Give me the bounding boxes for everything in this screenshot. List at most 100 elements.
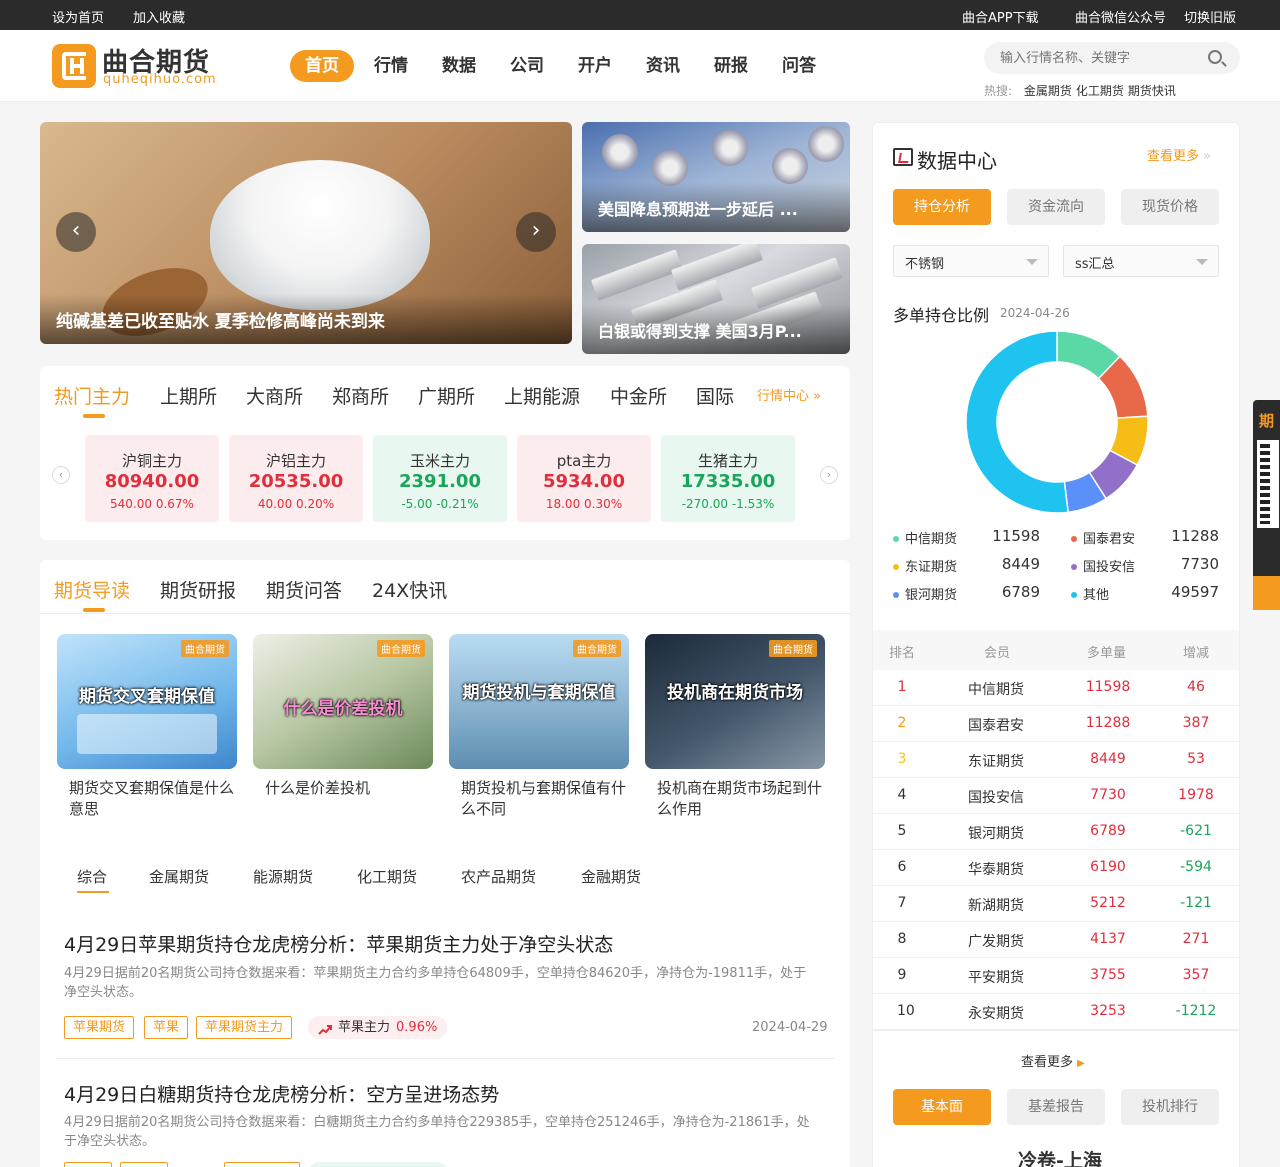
fund-flow-button[interactable]: 资金流向: [1007, 189, 1105, 225]
hot-search-item[interactable]: 金属期货: [1024, 84, 1072, 98]
laptop-image: [77, 714, 217, 754]
subtab-finance[interactable]: 金融期货: [581, 866, 641, 887]
nav-market[interactable]: 行情: [374, 50, 408, 82]
view-more-link[interactable]: 查看更多 ▶: [1021, 1051, 1085, 1070]
banner-caption: 纯碱基差已收至贴水 夏季检修高峰尚未到来: [40, 294, 572, 344]
speculation-rank-button[interactable]: 投机排行: [1121, 1089, 1219, 1125]
article-tag[interactable]: [224, 1162, 300, 1167]
tab-gfex[interactable]: 广期所: [418, 382, 475, 409]
donut-slice[interactable]: [965, 330, 1070, 514]
rank-member: 广发期货: [968, 934, 1024, 950]
quote-card[interactable]: 沪铜主力 80940.00 540.00 0.67%: [85, 435, 219, 522]
search-icon[interactable]: [1208, 50, 1222, 64]
wechat-link[interactable]: 曲合微信公众号: [1075, 7, 1166, 26]
banner-side-2[interactable]: 白银或得到支撑 美国3月P...: [582, 244, 850, 354]
tab-ine[interactable]: 上期能源: [504, 382, 580, 409]
guide-thumb[interactable]: 曲合期货 期货交叉套期保值: [57, 634, 237, 769]
rank-row[interactable]: 6 华泰期货 6190 -594: [873, 850, 1239, 886]
guide-card-title[interactable]: 期货投机与套期保值有什么不同: [461, 778, 631, 820]
nav-news[interactable]: 资讯: [646, 50, 680, 82]
hot-quote-tag[interactable]: 苹果主力 0.96%: [308, 1016, 448, 1039]
tab-international[interactable]: 国际: [696, 382, 734, 409]
subtab-chemical[interactable]: 化工期货: [357, 866, 417, 887]
quote-card[interactable]: 玉米主力 2391.00 -5.00 -0.21%: [373, 435, 507, 522]
quote-card[interactable]: pta主力 5934.00 18.00 0.30%: [517, 435, 651, 522]
tab-hot-main[interactable]: 热门主力: [54, 382, 130, 409]
set-homepage-link[interactable]: 设为首页: [52, 7, 104, 26]
rank-row[interactable]: 8 广发期货 4137 271: [873, 922, 1239, 958]
search-input[interactable]: [1000, 48, 1200, 68]
thumb-text: 期货投机与套期保值: [462, 683, 616, 703]
rank-row[interactable]: 4 国投安信 7730 1978: [873, 778, 1239, 814]
hot-quote-tag[interactable]: [308, 1162, 448, 1167]
subtab-energy[interactable]: 能源期货: [253, 866, 313, 887]
tab-24x-news[interactable]: 24X快讯: [372, 576, 447, 603]
guide-card-title[interactable]: 期货交叉套期保值是什么意思: [69, 778, 239, 820]
rank-row[interactable]: 2 国泰君安 11288 387: [873, 706, 1239, 742]
data-center-more-link[interactable]: 查看更多 »: [1147, 145, 1211, 164]
logo-icon[interactable]: [52, 44, 96, 88]
nav-open-account[interactable]: 开户: [578, 50, 612, 82]
rank-member: 中信期货: [968, 682, 1024, 698]
tab-dce[interactable]: 大商所: [246, 382, 303, 409]
contract-select[interactable]: ss汇总: [1063, 245, 1219, 277]
article-tag[interactable]: 苹果期货主力: [196, 1016, 293, 1039]
banner-main[interactable]: ‹ › 纯碱基差已收至贴水 夏季检修高峰尚未到来: [40, 122, 572, 344]
hot-search-item[interactable]: 化工期货: [1076, 84, 1124, 98]
guide-card-title[interactable]: 投机商在期货市场起到什么作用: [657, 778, 827, 820]
guide-thumb[interactable]: 曲合期货 什么是价差投机: [253, 634, 433, 769]
app-download-link[interactable]: 曲合APP下载: [962, 7, 1039, 26]
article-title[interactable]: 4月29日白糖期货持仓龙虎榜分析：空方呈进场态势: [64, 1080, 499, 1107]
guide-card-title[interactable]: 什么是价差投机: [265, 778, 435, 799]
quote-next-icon[interactable]: ›: [820, 466, 838, 484]
contract-select-value: ss汇总: [1075, 257, 1115, 272]
app-icon[interactable]: [1253, 576, 1280, 610]
rank-row[interactable]: 10 永安期货 3253 -1212: [873, 994, 1239, 1030]
rank-row[interactable]: 5 银河期货 6789 -621: [873, 814, 1239, 850]
quote-card[interactable]: 沪铝主力 20535.00 40.00 0.20%: [229, 435, 363, 522]
guide-thumb[interactable]: 曲合期货 投机商在期货市场: [645, 634, 825, 769]
subtab-all[interactable]: 综合: [77, 866, 107, 887]
article-tag[interactable]: 苹果: [144, 1016, 189, 1039]
banner-next-icon[interactable]: ›: [516, 212, 556, 252]
side-float-widget[interactable]: 期: [1253, 400, 1280, 610]
nav-research[interactable]: 研报: [714, 50, 748, 82]
rank-row[interactable]: 3 东证期货 8449 53: [873, 742, 1239, 778]
tab-shfe[interactable]: 上期所: [160, 382, 217, 409]
rank-row[interactable]: 1 中信期货 11598 46: [873, 670, 1239, 706]
nav-home[interactable]: 首页: [290, 50, 354, 82]
subtab-metal[interactable]: 金属期货: [149, 866, 209, 887]
guide-divider: [40, 613, 850, 614]
nav-company[interactable]: 公司: [510, 50, 544, 82]
banner-prev-icon[interactable]: ‹: [56, 212, 96, 252]
tab-czce[interactable]: 郑商所: [332, 382, 389, 409]
tab-futures-guide[interactable]: 期货导读: [54, 576, 130, 603]
spot-price-button[interactable]: 现货价格: [1121, 189, 1219, 225]
variety-select[interactable]: 不锈钢: [893, 245, 1049, 277]
tab-futures-research[interactable]: 期货研报: [160, 576, 236, 603]
add-favorite-link[interactable]: 加入收藏: [133, 7, 185, 26]
legend-value: 7730: [1180, 555, 1219, 573]
market-center-link[interactable]: 行情中心 »: [757, 385, 821, 404]
tab-futures-qa[interactable]: 期货问答: [266, 576, 342, 603]
basis-report-button[interactable]: 基差报告: [1007, 1089, 1105, 1125]
old-version-link[interactable]: 切换旧版: [1184, 7, 1236, 26]
quote-prev-icon[interactable]: ‹: [52, 466, 70, 484]
nav-qa[interactable]: 问答: [782, 50, 816, 82]
article-tag[interactable]: 苹果期货: [64, 1016, 135, 1039]
article-tag[interactable]: [64, 1162, 112, 1167]
rank-number: 5: [897, 823, 907, 839]
tab-cffex[interactable]: 中金所: [610, 382, 667, 409]
subtab-agriculture[interactable]: 农产品期货: [461, 866, 536, 887]
article-tag[interactable]: [120, 1162, 168, 1167]
quote-card[interactable]: 生猪主力 17335.00 -270.00 -1.53%: [661, 435, 795, 522]
article-title[interactable]: 4月29日苹果期货持仓龙虎榜分析：苹果期货主力处于净空头状态: [64, 930, 613, 957]
hot-search-item[interactable]: 期货快讯: [1128, 84, 1176, 98]
nav-data[interactable]: 数据: [442, 50, 476, 82]
position-analysis-button[interactable]: 持仓分析: [893, 189, 991, 225]
banner-side-1[interactable]: 美国降息预期进一步延后 ...: [582, 122, 850, 232]
fundamentals-button[interactable]: 基本面: [893, 1089, 991, 1125]
rank-row[interactable]: 9 平安期货 3755 357: [873, 958, 1239, 994]
rank-row[interactable]: 7 新湖期货 5212 -121: [873, 886, 1239, 922]
guide-thumb[interactable]: 曲合期货 期货投机与套期保值: [449, 634, 629, 769]
